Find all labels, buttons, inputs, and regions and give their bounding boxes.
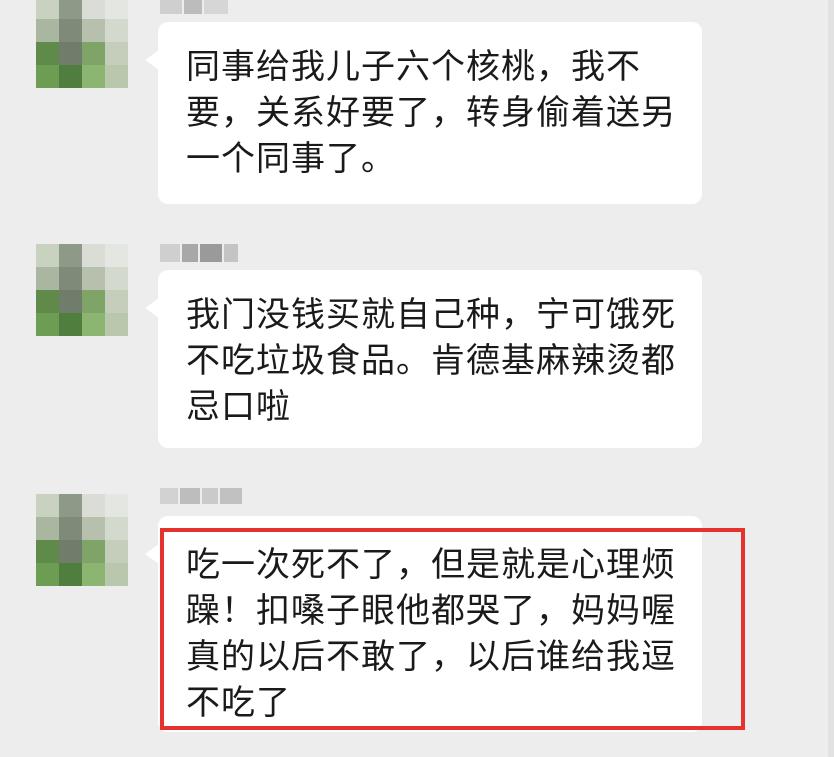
message-bubble[interactable]: 我门没钱买就自己种，宁可饿死不吃垃圾食品。肯德基麻辣烫都忌口啦: [145, 270, 702, 448]
message-text: 同事给我儿子六个核桃，我不要，关系好要了，转身偷着送另一个同事了。: [186, 47, 676, 179]
avatar[interactable]: [36, 0, 128, 88]
chat-view: 同事给我儿子六个核桃，我不要，关系好要了，转身偷着送另一个同事了。 我门没钱买就…: [0, 0, 834, 757]
scrollbar[interactable]: [828, 0, 834, 757]
message-bubble[interactable]: 同事给我儿子六个核桃，我不要，关系好要了，转身偷着送另一个同事了。: [145, 22, 702, 204]
avatar[interactable]: [36, 494, 128, 586]
sender-name: [160, 0, 228, 14]
sender-name: [160, 244, 238, 262]
message-text: 我门没钱买就自己种，宁可饿死不吃垃圾食品。肯德基麻辣烫都忌口啦: [186, 295, 676, 427]
message-bubble[interactable]: 吃一次死不了，但是就是心理烦躁！扣嗓子眼他都哭了，妈妈喔真的以后不敢了，以后谁给…: [145, 516, 702, 732]
avatar[interactable]: [36, 244, 128, 336]
message-text: 吃一次死不了，但是就是心理烦躁！扣嗓子眼他都哭了，妈妈喔真的以后不敢了，以后谁给…: [186, 545, 676, 723]
sender-name: [160, 488, 242, 504]
